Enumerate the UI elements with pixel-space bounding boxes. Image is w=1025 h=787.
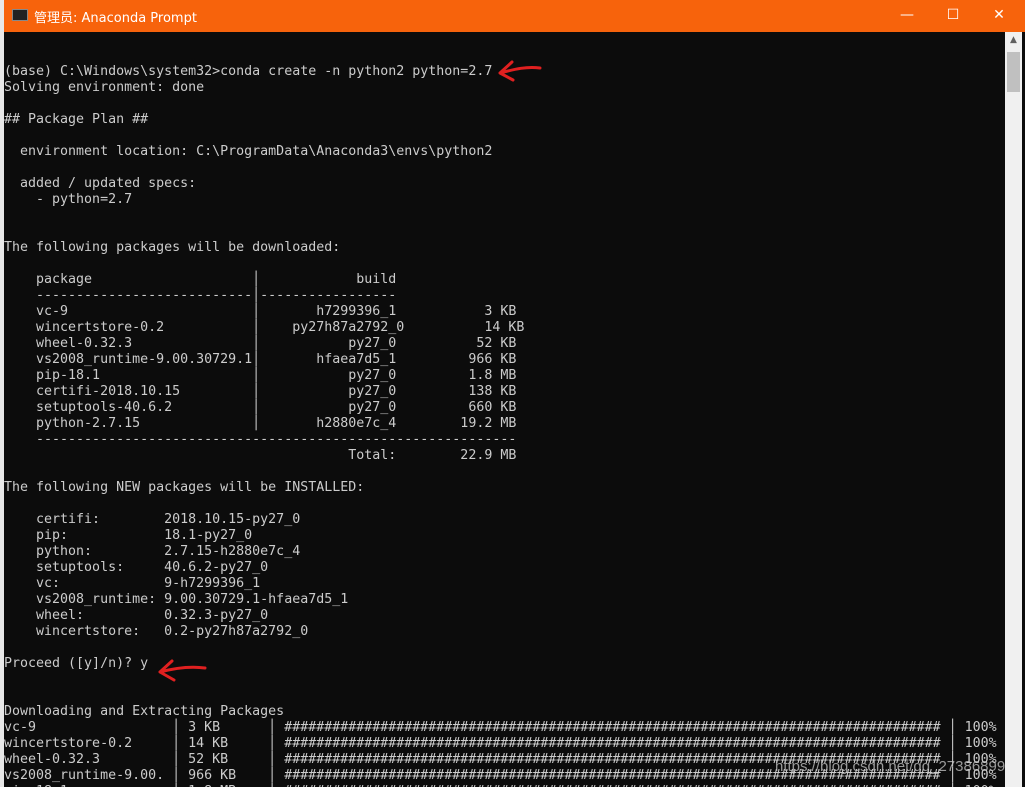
terminal-line: python-2.7.15 │ h2880e7c_4 19.2 MB bbox=[4, 416, 517, 431]
terminal-line: vc: 9-h7299396_1 bbox=[4, 576, 261, 591]
terminal-line: vs2008_runtime-9.00.30729.1│ hfaea7d5_1 … bbox=[4, 352, 517, 367]
close-button[interactable]: ✕ bbox=[976, 0, 1022, 32]
terminal-line: package │ build bbox=[4, 272, 397, 287]
title-bar[interactable]: 管理员: Anaconda Prompt — ☐ ✕ bbox=[4, 0, 1025, 32]
terminal-line: wheel: 0.32.3-py27_0 bbox=[4, 608, 269, 623]
terminal-line: pip-18.1 │ py27_0 1.8 MB bbox=[4, 368, 517, 383]
terminal-line: vc-9 │ 3 KB │ ##########################… bbox=[4, 720, 997, 735]
terminal-line: ## Package Plan ## bbox=[4, 112, 149, 127]
terminal-line: setuptools: 40.6.2-py27_0 bbox=[4, 560, 269, 575]
terminal-line: python: 2.7.15-h2880e7c_4 bbox=[4, 544, 301, 559]
terminal-line: The following NEW packages will be INSTA… bbox=[4, 480, 365, 495]
terminal-line: wheel-0.32.3 │ py27_0 52 KB bbox=[4, 336, 517, 351]
terminal-line: certifi: 2018.10.15-py27_0 bbox=[4, 512, 301, 527]
terminal-line: wincertstore-0.2 │ py27h87a2792_0 14 KB bbox=[4, 320, 525, 335]
terminal-line: ----------------------------------------… bbox=[4, 432, 517, 447]
terminal-line: vc-9 │ h7299396_1 3 KB bbox=[4, 304, 517, 319]
terminal-line: The following packages will be downloade… bbox=[4, 240, 341, 255]
terminal-line: setuptools-40.6.2 │ py27_0 660 KB bbox=[4, 400, 517, 415]
terminal-line: certifi-2018.10.15 │ py27_0 138 KB bbox=[4, 384, 517, 399]
watermark: https://blog.csdn.net/qq_27386899 bbox=[775, 758, 1006, 775]
terminal-line: Proceed ([y]/n)? y bbox=[4, 656, 149, 671]
scrollbar-thumb[interactable] bbox=[1007, 52, 1020, 92]
terminal-output[interactable]: (base) C:\Windows\system32>conda create … bbox=[4, 32, 1005, 787]
terminal-line: added / updated specs: bbox=[4, 176, 197, 191]
terminal-line: wincertstore: 0.2-py27h87a2792_0 bbox=[4, 624, 309, 639]
scroll-up-arrow-icon[interactable]: ▲ bbox=[1005, 32, 1022, 49]
minimize-button[interactable]: — bbox=[884, 0, 930, 32]
window-title: 管理员: Anaconda Prompt bbox=[34, 11, 197, 26]
terminal-line: Solving environment: done bbox=[4, 80, 205, 95]
vertical-scrollbar[interactable]: ▲ bbox=[1005, 32, 1022, 787]
console-app-icon bbox=[12, 9, 28, 21]
maximize-button[interactable]: ☐ bbox=[930, 0, 976, 32]
terminal-line: ---------------------------│------------… bbox=[4, 288, 397, 303]
terminal-line: (base) C:\Windows\system32>conda create … bbox=[4, 64, 493, 79]
terminal-line: environment location: C:\ProgramData\Ana… bbox=[4, 144, 493, 159]
terminal-line: Downloading and Extracting Packages bbox=[4, 704, 285, 719]
console-window: 管理员: Anaconda Prompt — ☐ ✕ (base) C:\Win… bbox=[4, 0, 1025, 787]
terminal-line: pip: 18.1-py27_0 bbox=[4, 528, 253, 543]
terminal-line: vs2008_runtime: 9.00.30729.1-hfaea7d5_1 bbox=[4, 592, 349, 607]
terminal-line: wincertstore-0.2 │ 14 KB │ #############… bbox=[4, 736, 997, 751]
terminal-line: - python=2.7 bbox=[4, 192, 133, 207]
terminal-line: Total: 22.9 MB bbox=[4, 448, 517, 463]
